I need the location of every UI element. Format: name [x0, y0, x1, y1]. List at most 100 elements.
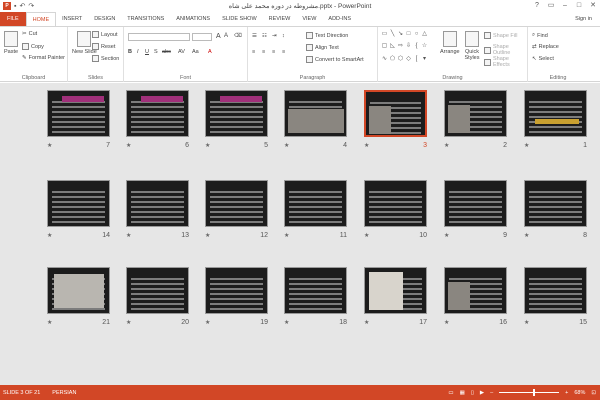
- shape-outline-button[interactable]: Shape Outline: [484, 44, 527, 56]
- transition-star-icon[interactable]: ★: [364, 319, 369, 326]
- indent-icon[interactable]: ⇥: [272, 33, 277, 39]
- zoom-slider[interactable]: [499, 389, 560, 396]
- bullets-icon[interactable]: ☰: [252, 33, 257, 39]
- bold-button[interactable]: B: [128, 49, 132, 55]
- normal-view-icon[interactable]: ▭: [448, 390, 453, 396]
- slide-thumbnail[interactable]: [126, 267, 189, 314]
- tab-design[interactable]: DESIGN: [88, 12, 121, 26]
- fit-slide-icon[interactable]: ⊡: [591, 390, 596, 396]
- slide-thumbnail[interactable]: [444, 90, 507, 137]
- select-button[interactable]: ↖ Select: [532, 56, 554, 62]
- font-color-button[interactable]: A: [208, 49, 212, 55]
- justify-icon[interactable]: ≡: [282, 49, 285, 55]
- tab-animations[interactable]: ANIMATIONS: [170, 12, 216, 26]
- slide-thumbnail[interactable]: [205, 90, 268, 137]
- slide-thumbnail[interactable]: [524, 180, 587, 227]
- slide-thumbnail[interactable]: [47, 180, 110, 227]
- slide-thumbnail[interactable]: [444, 267, 507, 314]
- zoom-level[interactable]: 68%: [574, 390, 585, 396]
- font-size-select[interactable]: [192, 33, 212, 41]
- arrange-button[interactable]: Arrange: [440, 31, 460, 55]
- sign-in-link[interactable]: Sign in: [575, 12, 592, 26]
- line-spacing-icon[interactable]: ↕: [282, 33, 285, 39]
- slide-thumbnail[interactable]: [524, 267, 587, 314]
- strikethrough-button[interactable]: abc: [162, 49, 171, 55]
- slide-thumbnail[interactable]: [364, 180, 427, 227]
- shape-fill-button[interactable]: Shape Fill: [484, 32, 517, 39]
- reading-view-icon[interactable]: ▯: [471, 390, 474, 396]
- slide-thumbnail[interactable]: [364, 267, 427, 314]
- slide-thumbnail[interactable]: [126, 180, 189, 227]
- layout-button[interactable]: Layout: [92, 31, 118, 38]
- shrink-font-button[interactable]: A: [224, 33, 228, 39]
- transition-star-icon[interactable]: ★: [126, 142, 131, 149]
- transition-star-icon[interactable]: ★: [364, 232, 369, 239]
- tab-insert[interactable]: INSERT: [56, 12, 88, 26]
- transition-star-icon[interactable]: ★: [444, 232, 449, 239]
- transition-star-icon[interactable]: ★: [284, 142, 289, 149]
- zoom-out-icon[interactable]: –: [490, 390, 493, 396]
- slide-thumbnail[interactable]: [284, 180, 347, 227]
- tab-file[interactable]: FILE: [0, 12, 26, 26]
- slide-thumbnail[interactable]: [364, 90, 427, 137]
- align-left-icon[interactable]: ≡: [252, 49, 255, 55]
- maximize-icon[interactable]: □: [572, 0, 586, 12]
- tab-home[interactable]: HOME: [25, 12, 57, 26]
- transition-star-icon[interactable]: ★: [524, 232, 529, 239]
- transition-star-icon[interactable]: ★: [126, 232, 131, 239]
- transition-star-icon[interactable]: ★: [205, 232, 210, 239]
- zoom-in-icon[interactable]: +: [565, 390, 568, 396]
- slide-thumbnail[interactable]: [47, 267, 110, 314]
- underline-button[interactable]: U: [145, 49, 149, 55]
- transition-star-icon[interactable]: ★: [444, 319, 449, 326]
- replace-button[interactable]: ⇄ Replace: [532, 44, 559, 50]
- convert-smartart-button[interactable]: Convert to SmartArt: [306, 56, 364, 63]
- tab-add-ins[interactable]: ADD-INS: [322, 12, 357, 26]
- reset-button[interactable]: Reset: [92, 43, 115, 50]
- slide-thumbnail[interactable]: [126, 90, 189, 137]
- sorter-view-icon[interactable]: ▦: [460, 390, 465, 396]
- tab-review[interactable]: REVIEW: [263, 12, 297, 26]
- align-center-icon[interactable]: ≡: [262, 49, 265, 55]
- clear-format-icon[interactable]: ⌫: [234, 33, 242, 39]
- transition-star-icon[interactable]: ★: [47, 232, 52, 239]
- copy-button[interactable]: Copy: [22, 43, 44, 50]
- slide-thumbnail[interactable]: [524, 90, 587, 137]
- transition-star-icon[interactable]: ★: [205, 319, 210, 326]
- char-spacing-button[interactable]: AV: [178, 49, 185, 55]
- font-family-select[interactable]: [128, 33, 190, 41]
- transition-star-icon[interactable]: ★: [284, 319, 289, 326]
- quick-styles-button[interactable]: Quick Styles: [462, 31, 482, 61]
- numbering-icon[interactable]: ☷: [262, 33, 267, 39]
- shape-effects-button[interactable]: Shape Effects: [484, 56, 527, 68]
- format-painter-button[interactable]: ✎ Format Painter: [22, 55, 65, 61]
- tab-transitions[interactable]: TRANSITIONS: [121, 12, 170, 26]
- ribbon-display-icon[interactable]: ▭: [544, 0, 558, 12]
- transition-star-icon[interactable]: ★: [444, 142, 449, 149]
- slide-thumbnail[interactable]: [205, 267, 268, 314]
- cut-button[interactable]: ✂ Cut: [22, 31, 37, 37]
- close-icon[interactable]: ✕: [586, 0, 600, 12]
- slide-thumbnail[interactable]: [284, 267, 347, 314]
- slide-thumbnail[interactable]: [205, 180, 268, 227]
- align-text-button[interactable]: Align Text: [306, 44, 339, 51]
- align-right-icon[interactable]: ≡: [272, 49, 275, 55]
- tab-slide-show[interactable]: SLIDE SHOW: [216, 12, 263, 26]
- slide-thumbnail[interactable]: [444, 180, 507, 227]
- transition-star-icon[interactable]: ★: [126, 319, 131, 326]
- tab-view[interactable]: VIEW: [296, 12, 322, 26]
- section-button[interactable]: Section: [92, 55, 119, 62]
- text-direction-button[interactable]: Text Direction: [306, 32, 348, 39]
- find-button[interactable]: ⌕ Find: [532, 32, 548, 39]
- zoom-handle[interactable]: [533, 389, 536, 396]
- slide-thumbnail[interactable]: [47, 90, 110, 137]
- grow-font-button[interactable]: A: [216, 33, 221, 40]
- shadow-button[interactable]: S: [154, 49, 158, 55]
- transition-star-icon[interactable]: ★: [524, 142, 529, 149]
- shapes-gallery[interactable]: ▭ ╲ ↘ □ ○ △ ▢ ◺ ⇨ ⇩{☆ ∿ ⬠ ⬡ ◇ [▾: [381, 31, 431, 67]
- paste-button[interactable]: Paste: [4, 31, 18, 55]
- language-indicator[interactable]: PERSIAN: [52, 390, 76, 396]
- change-case-button[interactable]: Aa: [192, 49, 199, 55]
- transition-star-icon[interactable]: ★: [524, 319, 529, 326]
- italic-button[interactable]: I: [137, 49, 139, 55]
